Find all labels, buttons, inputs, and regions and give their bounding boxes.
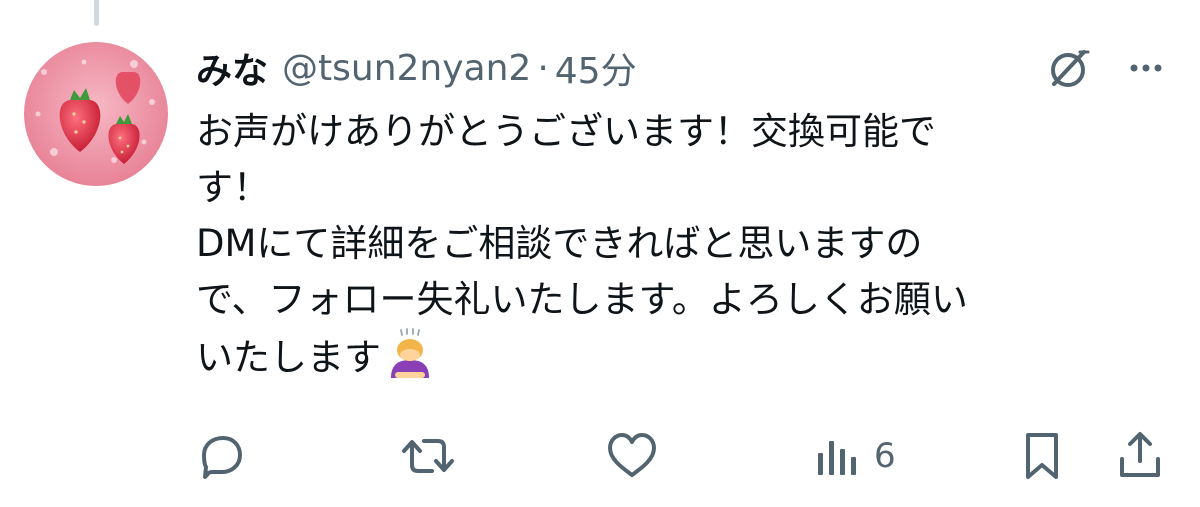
tweet-line: いたします [196,336,381,379]
views-count: 6 [874,436,896,476]
separator-dot: · [537,47,549,89]
retweet-button[interactable] [398,426,458,486]
action-bar: 6 [0,426,1200,486]
more-icon[interactable] [1122,52,1170,84]
display-name[interactable]: みな [196,42,268,94]
thread-line [94,0,99,26]
like-button[interactable] [604,426,660,486]
tweet-line: お声がけありがとうございます！交換可能で [196,110,936,153]
bookmark-icon [1026,433,1058,479]
avatar[interactable] [24,42,168,186]
tweet-line: す！ [196,166,270,209]
share-button[interactable] [1114,426,1166,486]
tweet-line: で、フォロー失礼いたします。よろしくお願い [196,278,968,321]
tweet-line: DMにて詳細をご相談できればと思いますの [196,222,923,265]
timestamp[interactable]: 45分 [555,42,637,94]
reply-button[interactable] [194,426,248,486]
person-bowing-emoji [383,328,435,380]
user-handle[interactable]: @tsun2nyan2 [282,48,531,89]
tweet-line-last: いたします [196,328,1156,386]
views-icon [818,441,856,475]
avatar-image [24,42,168,186]
reply-icon [202,436,242,479]
views-button[interactable]: 6 [814,426,896,486]
like-icon [608,433,656,477]
share-icon [1120,432,1160,477]
retweet-icon [402,439,454,473]
bookmark-button[interactable] [1018,426,1066,486]
tweet-header: みな @tsun2nyan2 · 45分 [196,38,637,98]
grok-icon[interactable] [1044,44,1092,92]
tweet-text: お声がけありがとうございます！交換可能で す！ DMにて詳細をご相談できればと思いま… [196,104,1156,386]
